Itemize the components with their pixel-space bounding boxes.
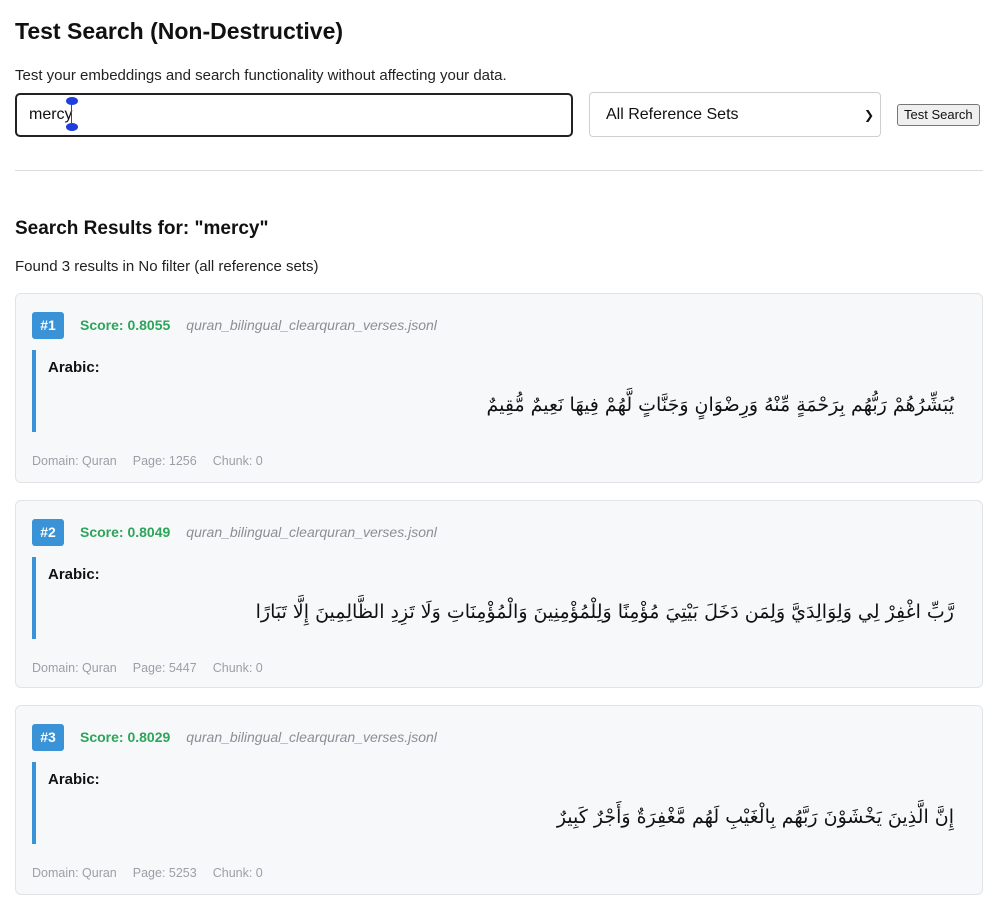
result-domain: Domain: Quran (32, 866, 117, 880)
test-search-button[interactable]: Test Search (897, 103, 980, 126)
result-content: Arabic: يُبَشِّرُهُمْ رَبُّهُم بِرَحْمَة… (32, 350, 966, 432)
result-page: Page: 5253 (132, 866, 197, 880)
result-domain: Domain: Quran (32, 661, 117, 675)
result-rank-badge: #3 (32, 723, 64, 751)
reference-set-selected: All Reference Sets (606, 105, 739, 123)
divider (15, 170, 983, 171)
result-score: Score: 0.8029 (80, 729, 171, 745)
result-content-label: Arabic: (48, 359, 100, 376)
result-meta: Domain: Quran Page: 1256 Chunk: 0 (32, 454, 966, 468)
result-score: Score: 0.8049 (80, 524, 171, 540)
search-controls: All Reference Sets ❯ Test Search (15, 92, 983, 137)
selection-handle-bottom[interactable] (66, 122, 78, 131)
search-input[interactable] (15, 92, 573, 137)
result-card: #1 Score: 0.8055 quran_bilingual_clearqu… (15, 293, 983, 483)
selection-handle-top[interactable] (66, 96, 78, 105)
result-rank-badge: #1 (32, 311, 64, 339)
result-page: Page: 5447 (132, 661, 197, 675)
result-arabic-text: إِنَّ الَّذِينَ يَخْشَوْنَ رَبَّهُم بِال… (556, 806, 954, 828)
text-caret (71, 103, 72, 125)
result-card: #2 Score: 0.8049 quran_bilingual_clearqu… (15, 500, 983, 688)
result-source-file: quran_bilingual_clearquran_verses.jsonl (186, 317, 437, 333)
result-rank-badge: #2 (32, 518, 64, 546)
test-search-page: Test Search (Non-Destructive) Test your … (0, 0, 997, 895)
result-score: Score: 0.8055 (80, 317, 171, 333)
result-chunk: Chunk: 0 (212, 661, 263, 675)
result-arabic-text: يُبَشِّرُهُمْ رَبُّهُم بِرَحْمَةٍ مِّنْه… (486, 394, 954, 416)
result-source-file: quran_bilingual_clearquran_verses.jsonl (186, 729, 437, 745)
result-chunk: Chunk: 0 (212, 866, 263, 880)
result-header: #3 Score: 0.8029 quran_bilingual_clearqu… (32, 723, 966, 751)
search-input-wrapper (15, 92, 573, 137)
result-chunk: Chunk: 0 (212, 454, 263, 468)
result-header: #2 Score: 0.8049 quran_bilingual_clearqu… (32, 518, 966, 546)
page-title: Test Search (Non-Destructive) (15, 18, 344, 44)
result-content-label: Arabic: (48, 771, 100, 788)
result-arabic-text: رَّبِّ اغْفِرْ لِي وَلِوَالِدَيَّ وَلِمَ… (255, 601, 954, 623)
results-summary: Found 3 results in No filter (all refere… (15, 258, 319, 275)
reference-set-select[interactable]: All Reference Sets ❯ (589, 92, 881, 137)
page-subtitle: Test your embeddings and search function… (15, 67, 507, 84)
result-card: #3 Score: 0.8029 quran_bilingual_clearqu… (15, 705, 983, 895)
results-title: Search Results for: "mercy" (15, 218, 269, 239)
result-page: Page: 1256 (132, 454, 197, 468)
result-content-label: Arabic: (48, 566, 100, 583)
result-domain: Domain: Quran (32, 454, 117, 468)
result-content: Arabic: رَّبِّ اغْفِرْ لِي وَلِوَالِدَيَ… (32, 557, 966, 639)
result-meta: Domain: Quran Page: 5253 Chunk: 0 (32, 866, 966, 880)
result-content: Arabic: إِنَّ الَّذِينَ يَخْشَوْنَ رَبَّ… (32, 762, 966, 844)
chevron-down-icon: ❯ (863, 107, 874, 122)
result-meta: Domain: Quran Page: 5447 Chunk: 0 (32, 661, 966, 675)
result-header: #1 Score: 0.8055 quran_bilingual_clearqu… (32, 311, 966, 339)
result-source-file: quran_bilingual_clearquran_verses.jsonl (186, 524, 437, 540)
